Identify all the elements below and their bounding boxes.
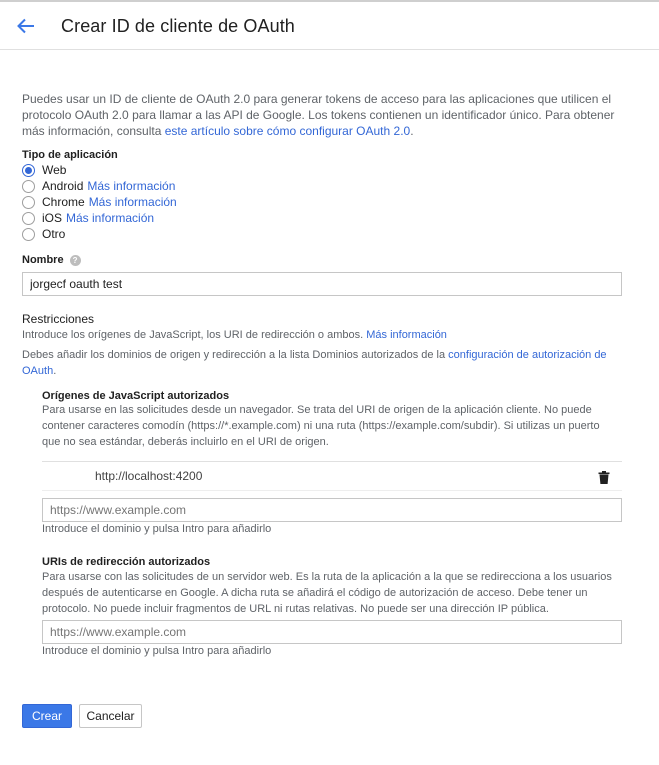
- radio-label: iOS: [42, 211, 63, 225]
- redirect-uri-hint: Introduce el dominio y pulsa Intro para …: [42, 645, 272, 657]
- radio-option-ios[interactable]: iOS Más información: [22, 210, 177, 226]
- create-button[interactable]: Crear: [22, 704, 72, 728]
- delete-icon[interactable]: [598, 471, 610, 484]
- origin-entry-text: http://localhost:4200: [95, 469, 203, 483]
- restrictions-more-info-link[interactable]: Más información: [366, 329, 447, 341]
- radio-option-chrome[interactable]: Chrome Más información: [22, 194, 177, 210]
- help-icon[interactable]: ?: [69, 255, 81, 266]
- js-origins-desc: Para usarse en las solicitudes desde un …: [42, 402, 642, 450]
- domains-notice: Debes añadir los dominios de origen y re…: [22, 347, 642, 379]
- radio-label: Android: [42, 179, 84, 193]
- restrictions-desc-text: Introduce los orígenes de JavaScript, lo…: [22, 329, 367, 341]
- redirect-uris-title: URIs de redirección autorizados: [42, 556, 211, 568]
- radio-button[interactable]: [22, 227, 35, 241]
- radio-button[interactable]: [22, 179, 35, 193]
- radio-option-other[interactable]: Otro: [22, 226, 177, 242]
- android-more-info-link[interactable]: Más información: [87, 179, 175, 193]
- js-origins-desc-1: Para usarse en las solicitudes desde un …: [42, 404, 592, 416]
- radio-button[interactable]: [22, 163, 35, 177]
- redirect-uris-desc-3: protocolo. No puede incluir fragmentos d…: [42, 603, 549, 615]
- radio-label: Web: [42, 163, 67, 177]
- radio-button[interactable]: [22, 211, 35, 225]
- restrictions-desc: Introduce los orígenes de JavaScript, lo…: [22, 327, 642, 343]
- oauth-consent-config-link[interactable]: configuración de autorización de: [448, 349, 606, 361]
- cancel-button[interactable]: Cancelar: [79, 704, 142, 728]
- oauth-article-link[interactable]: este artículo sobre cómo configurar OAut…: [165, 124, 410, 138]
- redirect-uris-desc-1: Para usarse con las solicitudes de un se…: [42, 571, 612, 583]
- intro-text: Puedes usar un ID de cliente de OAuth 2.…: [22, 91, 642, 139]
- domains-notice-text: Debes añadir los dominios de origen y re…: [22, 349, 449, 361]
- radio-button[interactable]: [22, 195, 35, 209]
- js-origin-input[interactable]: [42, 498, 622, 522]
- redirect-uris-desc-2: después de autenticarse en Google. A dic…: [42, 587, 588, 599]
- intro-line-3: más información, consulta: [22, 124, 165, 138]
- radio-option-web[interactable]: Web: [22, 162, 177, 178]
- top-bar: Crear ID de cliente de OAuth: [0, 0, 659, 50]
- intro-line-1: Puedes usar un ID de cliente de OAuth 2.…: [22, 92, 612, 106]
- back-button[interactable]: [14, 14, 38, 38]
- js-origins-desc-3: que no sea estándar, deberás incluirlo e…: [42, 436, 329, 448]
- page-title: Crear ID de cliente de OAuth: [61, 16, 295, 36]
- radio-label: Otro: [42, 227, 66, 241]
- chrome-more-info-link[interactable]: Más información: [89, 195, 177, 209]
- app-type-label: Tipo de aplicación: [22, 149, 118, 161]
- ios-more-info-link[interactable]: Más información: [66, 211, 154, 225]
- redirect-uris-desc: Para usarse con las solicitudes de un se…: [42, 569, 642, 617]
- intro-period: .: [410, 124, 414, 138]
- oauth-consent-config-link-cont[interactable]: OAuth: [22, 365, 53, 377]
- radio-option-android[interactable]: Android Más información: [22, 178, 177, 194]
- js-origins-title: Orígenes de JavaScript autorizados: [42, 390, 230, 402]
- origin-entry-row: http://localhost:4200: [42, 461, 622, 491]
- js-origins-desc-2: contener caracteres comodín (https://*.e…: [42, 420, 600, 432]
- arrow-back-icon: [17, 18, 34, 34]
- radio-label: Chrome: [42, 195, 85, 209]
- domains-notice-period: .: [53, 365, 57, 377]
- name-label-row: Nombre?: [22, 254, 81, 266]
- name-label: Nombre: [22, 254, 64, 266]
- name-input[interactable]: [22, 272, 622, 296]
- js-origin-hint: Introduce el dominio y pulsa Intro para …: [42, 523, 272, 535]
- app-type-radio-group: Web Android Más información Chrome Más i…: [22, 162, 177, 242]
- intro-line-2: protocolo OAuth 2.0 para llamar a las AP…: [22, 108, 615, 122]
- redirect-uri-input[interactable]: [42, 620, 622, 644]
- restrictions-title: Restricciones: [22, 312, 95, 326]
